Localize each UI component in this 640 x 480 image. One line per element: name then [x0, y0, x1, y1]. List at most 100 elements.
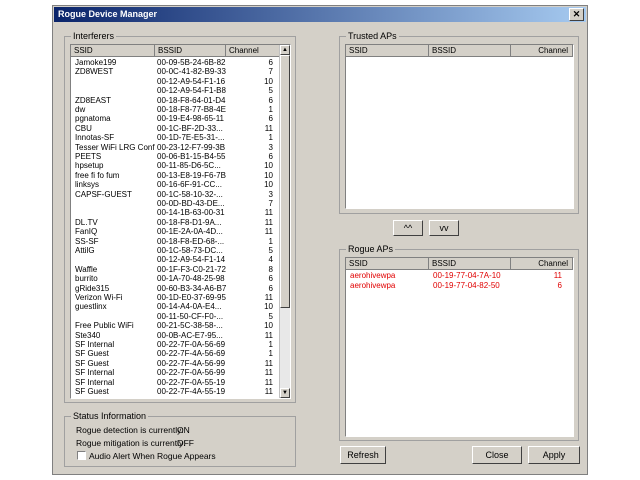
row-bssid: 00-0D-BD-43-DE... [157, 199, 225, 208]
row-ssid: SF Guest [75, 349, 109, 359]
scroll-up-arrow-icon[interactable]: ▲ [280, 45, 290, 55]
table-row[interactable]: CBU 00-1C-BF-2D-33... 11 [71, 124, 280, 133]
row-channel: 6 [268, 95, 273, 105]
table-row[interactable]: Waffle 00-1F-F3-C0-21-72 8 [71, 265, 280, 274]
row-bssid: 00-60-B3-34-A6-B7 [157, 283, 227, 293]
table-row[interactable]: guestlinx 00-14-A4-0A-E4... 10 [71, 302, 280, 311]
row-bssid: 00-1D-7E-E5-31-... [157, 133, 225, 143]
trusted-col-bssid[interactable]: BSSID [429, 45, 511, 56]
scrollbar-thumb[interactable] [280, 55, 290, 308]
rogue-row-bssid: 00-19-77-04-7A-10 [433, 271, 501, 280]
rogue-col-bssid[interactable]: BSSID [429, 258, 511, 269]
rogue-header: SSID BSSID Channel [346, 258, 573, 270]
row-bssid: 00-22-7F-0A-56-69 [157, 340, 226, 349]
row-bssid: 00-1E-2A-0A-4D... [157, 227, 223, 237]
status-information-group: Status Information Rogue detection is cu… [64, 411, 296, 467]
interferers-scrollbar[interactable]: ▲ ▼ [279, 45, 290, 398]
row-bssid: 00-1F-F3-C0-21-72 [157, 264, 226, 274]
table-row[interactable]: 00-12-A9-54-F1-14 4 [71, 255, 280, 264]
rogue-mitigation-label: Rogue mitigation is currently: [76, 438, 186, 448]
row-ssid: Verizon Wi-Fi [75, 293, 123, 302]
rogue-row-channel: 6 [557, 281, 562, 290]
row-bssid: 00-14-1B-63-00-31 [157, 208, 225, 218]
row-channel: 11 [264, 217, 273, 227]
table-row[interactable]: DL.TV 00-18-F8-D1-9A... 11 [71, 218, 280, 227]
table-row[interactable]: PEETS 00-06-B1-15-B4-55 6 [71, 152, 280, 161]
table-row[interactable]: burrito 00-1A-70-48-25-98 6 [71, 274, 280, 283]
row-bssid: 00-11-50-CF-F0-... [157, 311, 224, 321]
refresh-button[interactable]: Refresh [340, 446, 386, 464]
table-row[interactable]: aerohivewpa 00-19-77-04-7A-10 11 [346, 271, 573, 280]
col-ssid[interactable]: SSID [71, 45, 155, 56]
row-channel: 10 [264, 161, 273, 171]
table-row[interactable]: Innotas-SF 00-1D-7E-E5-31-... 1 [71, 133, 280, 142]
row-ssid: PEETS [75, 152, 102, 161]
table-row[interactable]: SF Internal 00-22-7F-0A-56-69 1 [71, 340, 280, 349]
apply-button[interactable]: Apply [528, 446, 580, 464]
table-row[interactable]: SF Internal 00-22-7F-0A-56-99 11 [71, 368, 280, 377]
table-row[interactable]: gRide315 00-60-B3-34-A6-B7 6 [71, 284, 280, 293]
row-ssid: Innotas-SF [75, 133, 115, 143]
title-bar: Rogue Device Manager ✕ [54, 7, 586, 22]
table-row[interactable]: SF Guest 00-22-7F-4A-55-19 11 [71, 387, 280, 396]
table-row[interactable]: pgnatoma 00-19-E4-98-65-11 6 [71, 114, 280, 123]
rogue-row-ssid: aerohivewpa [350, 271, 396, 280]
table-row[interactable]: free fi fo fum 00-13-E8-19-F6-7B 10 [71, 171, 280, 180]
close-icon[interactable]: ✕ [569, 8, 584, 21]
table-row[interactable]: CAPSF-GUEST 00-1C-58-10-32-... 3 [71, 190, 280, 199]
table-row[interactable]: 00-11-50-CF-F0-... 5 [71, 312, 280, 321]
table-row[interactable]: 00-14-1B-63-00-31 11 [71, 208, 280, 217]
table-row[interactable]: SF Guest 00-22-7F-4A-56-99 11 [71, 359, 280, 368]
scroll-down-arrow-icon[interactable]: ▼ [280, 388, 290, 398]
status-legend: Status Information [71, 411, 149, 421]
table-row[interactable]: AttilG 00-1C-58-73-DC... 5 [71, 246, 280, 255]
trusted-col-ssid[interactable]: SSID [346, 45, 429, 56]
rogue-col-channel[interactable]: Channel [511, 258, 573, 269]
row-bssid: 00-18-F8-64-01-D4 [157, 95, 226, 105]
trusted-col-channel[interactable]: Channel [511, 45, 573, 56]
table-row[interactable]: dw 00-18-F8-77-B8-4E 1 [71, 105, 280, 114]
table-row[interactable]: linksys 00-16-6F-91-CC... 10 [71, 180, 280, 189]
table-row[interactable]: Tesser WiFi LRG Conf... 00-23-12-F7-99-3B… [71, 143, 280, 152]
table-row[interactable]: 00-12-A9-54-F1-B8 5 [71, 86, 280, 95]
row-channel: 3 [268, 142, 273, 152]
table-row[interactable]: FanIQ 00-1E-2A-0A-4D... 11 [71, 227, 280, 236]
table-row[interactable]: SS-SF 00-18-F8-ED-68-... 1 [71, 237, 280, 246]
rogue-aps-list[interactable]: SSID BSSID Channel aerohivewpa 00-19-77-0… [345, 257, 574, 437]
audio-alert-label: Audio Alert When Rogue Appears [89, 451, 216, 461]
row-ssid: guestlinx [75, 302, 107, 312]
row-ssid: SF Guest [75, 387, 109, 396]
table-row[interactable]: hpsetup 00-11-85-D6-5C... 10 [71, 161, 280, 170]
row-ssid: CAPSF-GUEST [75, 189, 132, 199]
col-channel[interactable]: Channel [226, 45, 280, 56]
row-channel: 6 [268, 274, 273, 284]
row-channel: 6 [268, 283, 273, 293]
trusted-aps-list[interactable]: SSID BSSID Channel [345, 44, 574, 209]
move-down-button[interactable]: vv [429, 220, 459, 236]
table-row[interactable]: Ste340 00-0B-AC-E7-95... 11 [71, 331, 280, 340]
col-bssid[interactable]: BSSID [155, 45, 226, 56]
row-bssid: 00-23-12-F7-99-3B [157, 142, 226, 152]
table-row[interactable]: ZD8WEST 00-0C-41-82-B9-33 7 [71, 67, 280, 76]
move-up-button[interactable]: ^^ [393, 220, 423, 236]
row-bssid: 00-22-7F-4A-56-99 [157, 358, 226, 368]
table-row[interactable]: 00-12-A9-54-F1-16 10 [71, 77, 280, 86]
close-button[interactable]: Close [472, 446, 522, 464]
interferers-list[interactable]: SSID BSSID Channel Jamoke199 00-09-5B-24-… [70, 44, 291, 399]
row-bssid: 00-22-7F-4A-55-19 [157, 387, 226, 396]
rogue-col-ssid[interactable]: SSID [346, 258, 429, 269]
row-ssid: SS-SF [75, 236, 99, 246]
table-row[interactable]: aerohivewpa 00-19-77-04-82-50 6 [346, 281, 573, 290]
row-bssid: 00-14-A4-0A-E4... [157, 302, 222, 312]
table-row[interactable]: SF Guest 00-22-7F-4A-56-69 1 [71, 349, 280, 358]
table-row[interactable]: Verizon Wi-Fi 00-1D-E0-37-69-95 11 [71, 293, 280, 302]
row-bssid: 00-1A-70-48-25-98 [157, 274, 225, 284]
row-ssid: AttilG [75, 246, 95, 255]
table-row[interactable]: Free Public WiFi 00-21-5C-38-58-... 10 [71, 321, 280, 330]
row-channel: 6 [268, 152, 273, 161]
table-row[interactable]: Jamoke199 00-09-5B-24-6B-82 6 [71, 58, 280, 67]
table-row[interactable]: SF Internal 00-22-7F-0A-55-19 11 [71, 378, 280, 387]
audio-alert-checkbox[interactable] [77, 451, 86, 460]
table-row[interactable]: 00-0D-BD-43-DE... 7 [71, 199, 280, 208]
table-row[interactable]: ZD8EAST 00-18-F8-64-01-D4 6 [71, 96, 280, 105]
